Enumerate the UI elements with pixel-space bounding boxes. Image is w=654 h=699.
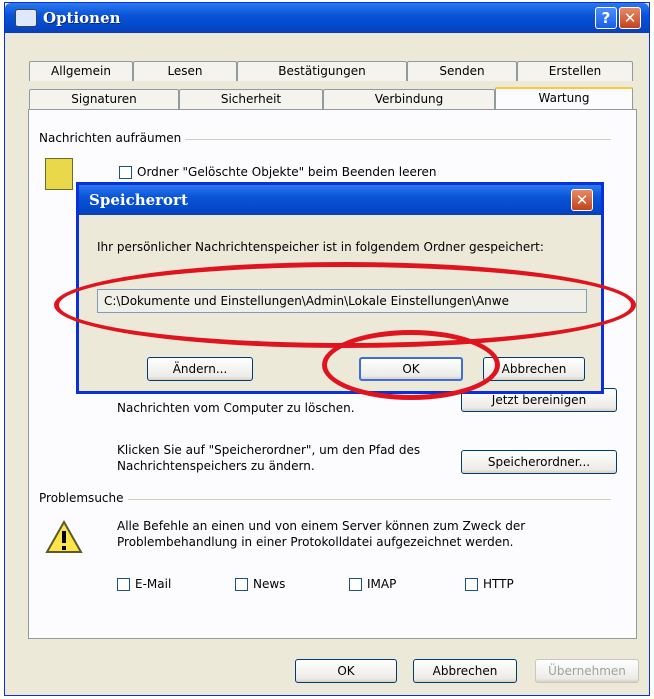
troubleshooting-text: Alle Befehle an einen und von einem Serv… bbox=[117, 519, 526, 549]
store-location-dialog: Speicherort ✕ Ihr persönlicher Nachricht… bbox=[76, 182, 604, 394]
empty-deleted-label: Ordner "Gelöschte Objekte" beim Beenden … bbox=[137, 165, 437, 179]
log-http-label: HTTP bbox=[483, 577, 514, 591]
cancel-button[interactable]: Abbrechen bbox=[413, 659, 517, 683]
dialog-message: Ihr persönlicher Nachrichtenspeicher ist… bbox=[97, 240, 544, 254]
help-button[interactable]: ? bbox=[595, 7, 617, 29]
tab-bestaetigungen[interactable]: Bestätigungen bbox=[237, 61, 407, 81]
tab-allgemein[interactable]: Allgemein bbox=[29, 61, 133, 81]
troubleshooting-group-label: Problemsuche bbox=[39, 491, 128, 505]
outlook-express-icon bbox=[15, 9, 37, 27]
warning-icon bbox=[45, 520, 83, 553]
delete-messages-text: Nachrichten vom Computer zu löschen. bbox=[117, 401, 355, 415]
dialog-cancel-button[interactable]: Abbrechen bbox=[483, 357, 585, 381]
log-http-checkbox[interactable] bbox=[465, 578, 478, 591]
store-folder-text: Klicken Sie auf "Speicherordner", um den… bbox=[117, 443, 421, 473]
change-button[interactable]: Ändern... bbox=[147, 357, 253, 381]
ok-button[interactable]: OK bbox=[295, 659, 397, 683]
tab-sicherheit[interactable]: Sicherheit bbox=[179, 89, 323, 109]
log-email-checkbox[interactable] bbox=[117, 578, 130, 591]
window-title: Optionen bbox=[43, 9, 121, 27]
dialog-title: Speicherort bbox=[89, 191, 188, 209]
title-bar[interactable]: Optionen ? ✕ bbox=[5, 3, 649, 33]
store-folder-button[interactable]: Speicherordner... bbox=[461, 450, 617, 474]
apply-button[interactable]: Übernehmen bbox=[535, 659, 639, 683]
empty-deleted-checkbox[interactable] bbox=[119, 166, 132, 179]
log-email-label: E-Mail bbox=[135, 577, 172, 591]
dialog-title-bar[interactable]: Speicherort ✕ bbox=[79, 185, 601, 215]
tab-verbindung[interactable]: Verbindung bbox=[323, 89, 495, 109]
log-news-label: News bbox=[253, 577, 286, 591]
tab-erstellen[interactable]: Erstellen bbox=[517, 61, 633, 81]
log-news-checkbox[interactable] bbox=[235, 578, 248, 591]
log-imap-label: IMAP bbox=[367, 577, 397, 591]
tab-senden[interactable]: Senden bbox=[407, 61, 517, 81]
close-button[interactable]: ✕ bbox=[619, 7, 641, 29]
dialog-ok-button[interactable]: OK bbox=[359, 357, 463, 381]
log-imap-checkbox[interactable] bbox=[349, 578, 362, 591]
cleanup-group-label: Nachrichten aufräumen bbox=[39, 131, 186, 145]
store-path-field[interactable]: C:\Dokumente und Einstellungen\Admin\Lok… bbox=[97, 289, 587, 313]
dialog-close-button[interactable]: ✕ bbox=[571, 189, 593, 211]
tab-lesen[interactable]: Lesen bbox=[133, 61, 237, 81]
tab-wartung[interactable]: Wartung bbox=[495, 87, 633, 110]
tab-signaturen[interactable]: Signaturen bbox=[29, 89, 179, 109]
cleanup-icon bbox=[45, 158, 73, 190]
